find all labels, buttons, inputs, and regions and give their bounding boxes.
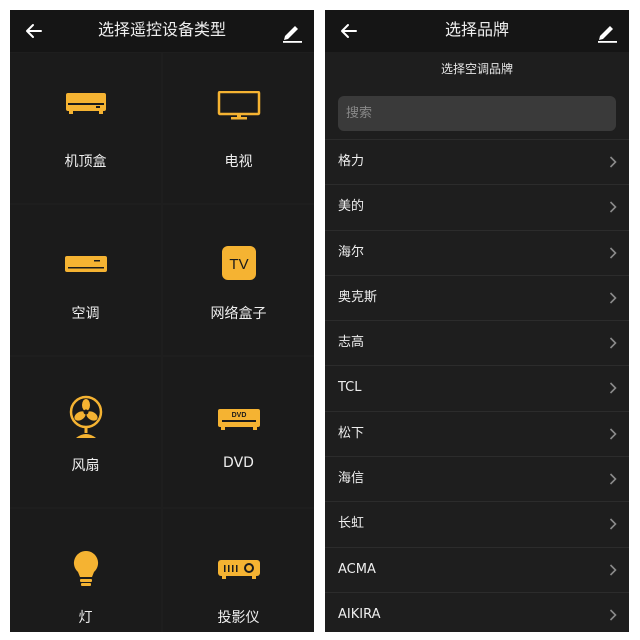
chevron-right-icon	[609, 156, 617, 168]
chevron-right-icon	[609, 428, 617, 440]
fan-icon	[69, 395, 102, 438]
list-item[interactable]: 海信	[325, 456, 629, 501]
brand-name: 松下	[338, 425, 365, 441]
search-input[interactable]	[338, 96, 616, 131]
device-network-box[interactable]: TV 网络盒子	[163, 205, 314, 355]
list-item[interactable]: AIKIRA	[325, 591, 629, 632]
pencil-icon[interactable]	[280, 19, 304, 43]
brand-name: ACMA	[338, 561, 376, 577]
device-label: DVD	[223, 455, 254, 471]
projector-icon	[217, 560, 260, 579]
device-label: 风扇	[71, 458, 100, 474]
list-item[interactable]: 奥克斯	[325, 274, 629, 320]
chevron-right-icon	[609, 609, 617, 621]
list-item[interactable]: ACMA	[325, 546, 629, 592]
subtitle: 选择空调品牌	[440, 62, 513, 76]
network-box-icon: TV	[221, 246, 256, 280]
chevron-right-icon	[609, 247, 617, 259]
device-label: 网络盒子	[210, 306, 267, 322]
brand-name: 美的	[338, 199, 365, 215]
svg-text:TV: TV	[229, 256, 248, 273]
brand-name: AIKIRA	[338, 606, 381, 622]
device-label: 空调	[71, 306, 100, 322]
brand-name: 海尔	[338, 244, 365, 260]
search-box	[338, 96, 616, 131]
brand-name: 奥克斯	[338, 289, 378, 305]
device-type-screen: 选择遥控设备类型 机顶盒 电视 空调 TV 网络盒子 风扇 DVD DVD 灯 …	[10, 10, 314, 632]
chevron-right-icon	[609, 292, 617, 304]
device-light[interactable]: 灯	[10, 509, 161, 632]
device-fan[interactable]: 风扇	[10, 357, 161, 507]
list-item[interactable]: 松下	[325, 410, 629, 456]
light-bulb-icon	[73, 550, 98, 586]
header-bar: 选择品牌	[325, 10, 629, 52]
brand-name: TCL	[338, 380, 362, 396]
chevron-right-icon	[609, 382, 617, 395]
chevron-right-icon	[609, 337, 617, 349]
brand-name: 志高	[338, 335, 365, 351]
brand-name: 长虹	[338, 516, 365, 532]
list-item[interactable]: 美的	[325, 184, 629, 229]
brand-name: 海信	[338, 471, 365, 487]
chevron-right-icon	[609, 201, 617, 213]
set-top-box-icon	[65, 93, 106, 114]
device-set-top-box[interactable]: 机顶盒	[10, 53, 161, 203]
device-label: 灯	[78, 610, 93, 626]
device-tv[interactable]: 电视	[163, 53, 314, 203]
device-air-conditioner[interactable]: 空调	[10, 205, 161, 355]
page-title: 选择品牌	[444, 20, 509, 39]
device-dvd[interactable]: DVD DVD	[163, 357, 314, 507]
pencil-icon[interactable]	[595, 19, 619, 43]
chevron-right-icon	[609, 564, 617, 576]
air-conditioner-icon	[64, 256, 107, 272]
device-projector[interactable]: 投影仪	[163, 509, 314, 632]
device-label: 机顶盒	[64, 154, 107, 170]
brand-name: 格力	[338, 154, 365, 169]
list-item[interactable]: 长虹	[325, 501, 629, 546]
list-item[interactable]: TCL	[325, 365, 629, 410]
chevron-right-icon	[609, 518, 617, 530]
list-item[interactable]: 志高	[325, 320, 629, 365]
tv-icon	[217, 91, 260, 120]
list-item[interactable]: 海尔	[325, 229, 629, 275]
chevron-right-icon	[609, 473, 617, 485]
device-label: 电视	[224, 154, 253, 170]
list-item[interactable]: 格力	[325, 139, 629, 184]
svg-text:DVD: DVD	[231, 412, 246, 419]
brand-list: 格力 美的 海尔 奥克斯 志高 TCL 松下 海信 长虹 ACMA AIKIRA	[325, 139, 629, 632]
page-title: 选择遥控设备类型	[97, 20, 226, 39]
header-bar: 选择遥控设备类型	[10, 10, 314, 52]
device-label: 投影仪	[217, 610, 260, 626]
dvd-icon: DVD	[217, 409, 260, 430]
brand-select-screen: 选择品牌 选择空调品牌 格力 美的 海尔 奥克斯 志高	[325, 10, 629, 632]
